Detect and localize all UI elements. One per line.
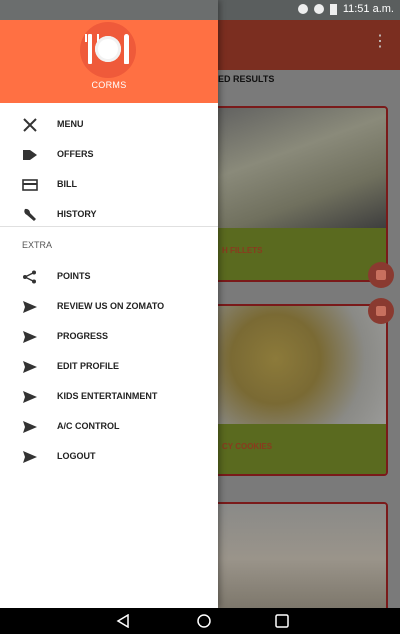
fork-knife-icon [23,118,37,132]
drawer-divider [0,226,218,227]
nav-item-points[interactable]: POINTS [0,262,218,292]
do-not-disturb-icon [313,4,324,14]
nav-item-offers[interactable]: OFFERS [0,140,218,170]
nav-item-bill[interactable]: BILL [0,170,218,200]
nav-item-menu[interactable]: MENU [0,110,218,140]
fork-icon [85,34,99,64]
card-icon [22,179,38,191]
food-caption-bar: H FILLETS [202,228,386,280]
nav-item-kids-entertainment[interactable]: KIDS ENTERTAINMENT [0,382,218,412]
drawer-status-strip [0,0,218,20]
food-caption: H FILLETS [222,246,263,255]
send-icon [23,361,37,373]
nav-item-label: POINTS [57,271,91,281]
back-icon[interactable] [115,614,131,628]
status-time: 11:51 a.m. [342,3,394,15]
nav-item-ac-control[interactable]: A/C CONTROL [0,412,218,442]
nav-item-label: MENU [57,119,84,129]
home-icon[interactable] [196,614,212,628]
send-icon [23,301,37,313]
restaurant-logo-icon [80,22,136,78]
plate-icon [95,36,121,62]
recents-icon[interactable] [274,614,290,628]
nav-item-label: LOGOUT [57,451,96,461]
nav-item-label: BILL [57,179,77,189]
food-card[interactable]: H FILLETS [200,106,388,282]
knife-icon [124,34,129,64]
food-image [202,504,386,608]
nav-item-label: OFFERS [57,149,94,159]
food-caption-bar: CY COOKIES [202,424,386,474]
send-icon [23,331,37,343]
nav-item-label: EDIT PROFILE [57,361,120,371]
tag-icon [23,150,37,160]
send-icon [23,421,37,433]
nav-item-progress[interactable]: PROGRESS [0,322,218,352]
wrench-icon [24,208,36,221]
navigation-drawer: CORMS MENU OFFERS BILL HISTORY EXTRA POI… [0,0,218,608]
food-image [202,108,386,228]
overflow-menu-icon[interactable]: ⋮ [372,34,388,50]
nav-item-label: REVIEW US ON ZOMATO [57,301,165,311]
send-icon [23,451,37,463]
drawer-header: CORMS [0,0,218,103]
food-caption: CY COOKIES [222,442,273,451]
food-image [202,306,386,424]
section-label-extra: EXTRA [22,240,53,250]
hotspot-icon [297,4,308,14]
nav-item-logout[interactable]: LOGOUT [0,442,218,472]
nav-item-label: A/C CONTROL [57,421,120,431]
nav-item-label: HISTORY [57,209,97,219]
system-nav-bar [0,608,400,634]
nav-item-review-zomato[interactable]: REVIEW US ON ZOMATO [0,292,218,322]
nav-item-label: PROGRESS [57,331,109,341]
nav-item-label: KIDS ENTERTAINMENT [57,391,158,401]
results-label: ED RESULTS [218,74,275,84]
battery-icon [329,3,337,15]
food-card[interactable]: CY COOKIES [200,304,388,476]
home-fab[interactable] [368,262,394,288]
brand-name: CORMS [91,80,127,90]
food-card[interactable] [200,502,388,608]
cart-fab[interactable] [368,298,394,324]
share-icon [23,270,36,284]
send-icon [23,391,37,403]
nav-item-edit-profile[interactable]: EDIT PROFILE [0,352,218,382]
